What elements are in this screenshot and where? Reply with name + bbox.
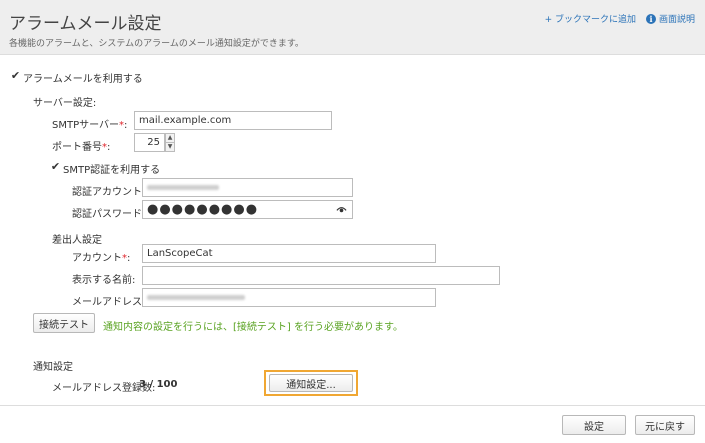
checkmark-icon: ✔ [10, 69, 21, 82]
add-bookmark-link[interactable]: + ブックマークに追加 [545, 12, 636, 25]
checkmark-icon: ✔ [50, 160, 61, 173]
help-link-label: 画面説明 [658, 15, 695, 25]
notification-settings-button[interactable]: 通知設定... [269, 374, 353, 392]
smtp-server-input[interactable]: mail.example.com [134, 111, 332, 130]
auth-account-input[interactable] [142, 178, 353, 197]
port-input[interactable]: 25 [134, 133, 165, 152]
mail-address-label: メールアドレス*: [72, 297, 150, 308]
page-title: アラームメール設定 [9, 14, 162, 34]
smtp-server-label: SMTPサーバー*: [52, 120, 128, 131]
header-links: + ブックマークに追加 i 画面説明 [545, 12, 695, 25]
page-header: アラームメール設定 各機能のアラームと、システムのアラームのメール通知設定ができ… [0, 0, 705, 55]
alarm-mail-checkbox[interactable]: ✔ [10, 70, 21, 81]
info-icon: i [645, 13, 656, 24]
redacted-value [147, 294, 245, 300]
display-name-input[interactable] [142, 266, 500, 285]
auth-password-label: 認証パスワード*: [72, 209, 150, 220]
redacted-value [147, 184, 219, 190]
mail-address-input[interactable] [142, 288, 436, 307]
sender-account-input[interactable]: LanScopeCat [142, 244, 436, 263]
auth-password-input[interactable]: ●●●●●●●●● [142, 200, 353, 219]
page-description: 各機能のアラームと、システムのアラームのメール通知設定ができます。 [9, 39, 304, 49]
help-link[interactable]: i 画面説明 [645, 12, 695, 25]
show-password-icon[interactable] [336, 204, 347, 215]
registered-count-value: 3 / 100 [139, 379, 178, 390]
sender-settings-label: 差出人設定 [52, 235, 102, 246]
connection-test-button[interactable]: 接続テスト [33, 313, 95, 333]
display-name-label: 表示する名前: [72, 275, 136, 286]
auth-account-label: 認証アカウント*: [72, 187, 150, 198]
smtp-auth-label: SMTP認証を利用する [63, 165, 161, 176]
notification-settings-label: 通知設定 [33, 362, 73, 373]
revert-button[interactable]: 元に戻す [635, 415, 695, 435]
connection-test-note: 通知内容の設定を行うには、[接続テスト] を行う必要があります。 [103, 322, 403, 333]
server-settings-label: サーバー設定: [33, 98, 97, 109]
port-label: ポート番号*: [52, 142, 111, 153]
spinner-up-icon[interactable]: ▲ [166, 134, 174, 142]
smtp-auth-checkbox[interactable]: ✔ [50, 161, 61, 172]
account-label: アカウント*: [72, 253, 131, 264]
alarm-mail-label: アラームメールを利用する [23, 74, 143, 85]
port-spinner[interactable]: ▲ ▼ [165, 133, 175, 152]
spinner-down-icon[interactable]: ▼ [166, 142, 174, 150]
apply-button[interactable]: 設定 [562, 415, 626, 435]
footer-divider [0, 405, 705, 406]
